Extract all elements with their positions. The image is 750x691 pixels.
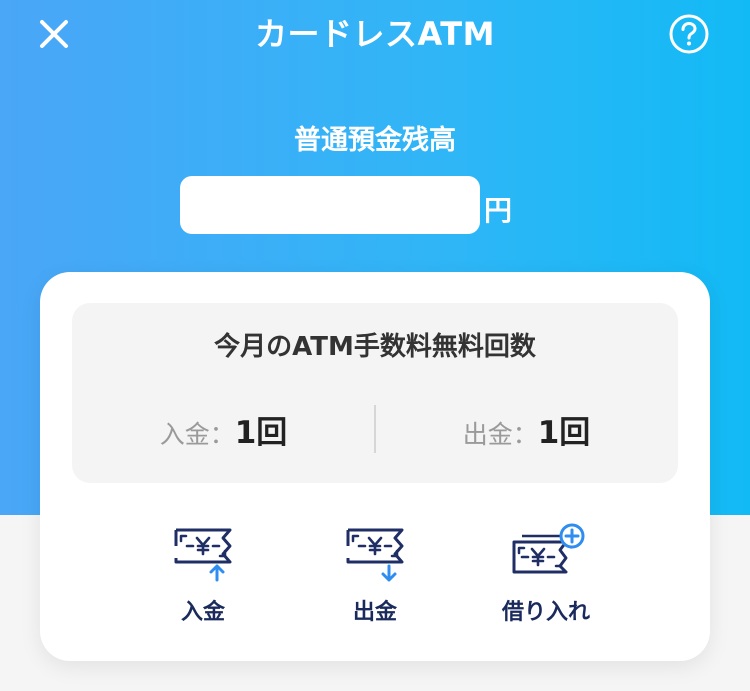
page-title: カードレスATM xyxy=(255,15,495,53)
deposit-fee-count: 入金：1回 xyxy=(72,413,375,458)
deposit-fee-label: 入金： xyxy=(159,420,235,449)
withdraw-label: 出金 xyxy=(352,600,397,625)
withdraw-button[interactable]: 出金 xyxy=(300,522,450,632)
free-fee-panel: 今月のATM手数料無料回数 入金：1回 出金：1回 xyxy=(72,303,678,483)
balance-amount xyxy=(180,176,480,234)
deposit-button[interactable]: 入金 xyxy=(128,522,278,632)
withdraw-fee-label: 出金： xyxy=(462,420,538,449)
borrow-button[interactable]: 借り入れ xyxy=(471,522,621,632)
atm-card: 今月のATM手数料無料回数 入金：1回 出金：1回 入金 出金 借り入れ xyxy=(40,272,710,661)
balance-label: 普通預金残高 xyxy=(294,125,456,156)
deposit-icon xyxy=(174,528,232,582)
withdraw-fee-count: 出金：1回 xyxy=(375,413,678,458)
borrow-icon xyxy=(512,523,585,574)
deposit-label: 入金 xyxy=(180,600,225,625)
borrow-label: 借り入れ xyxy=(501,600,590,625)
balance-unit: 円 xyxy=(484,194,513,227)
free-fee-title: 今月のATM手数料無料回数 xyxy=(214,332,536,362)
withdraw-fee-value: 1回 xyxy=(537,415,591,451)
deposit-fee-value: 1回 xyxy=(234,415,288,451)
help-icon xyxy=(669,14,709,54)
help-button[interactable] xyxy=(668,13,710,55)
withdraw-icon xyxy=(346,528,404,582)
